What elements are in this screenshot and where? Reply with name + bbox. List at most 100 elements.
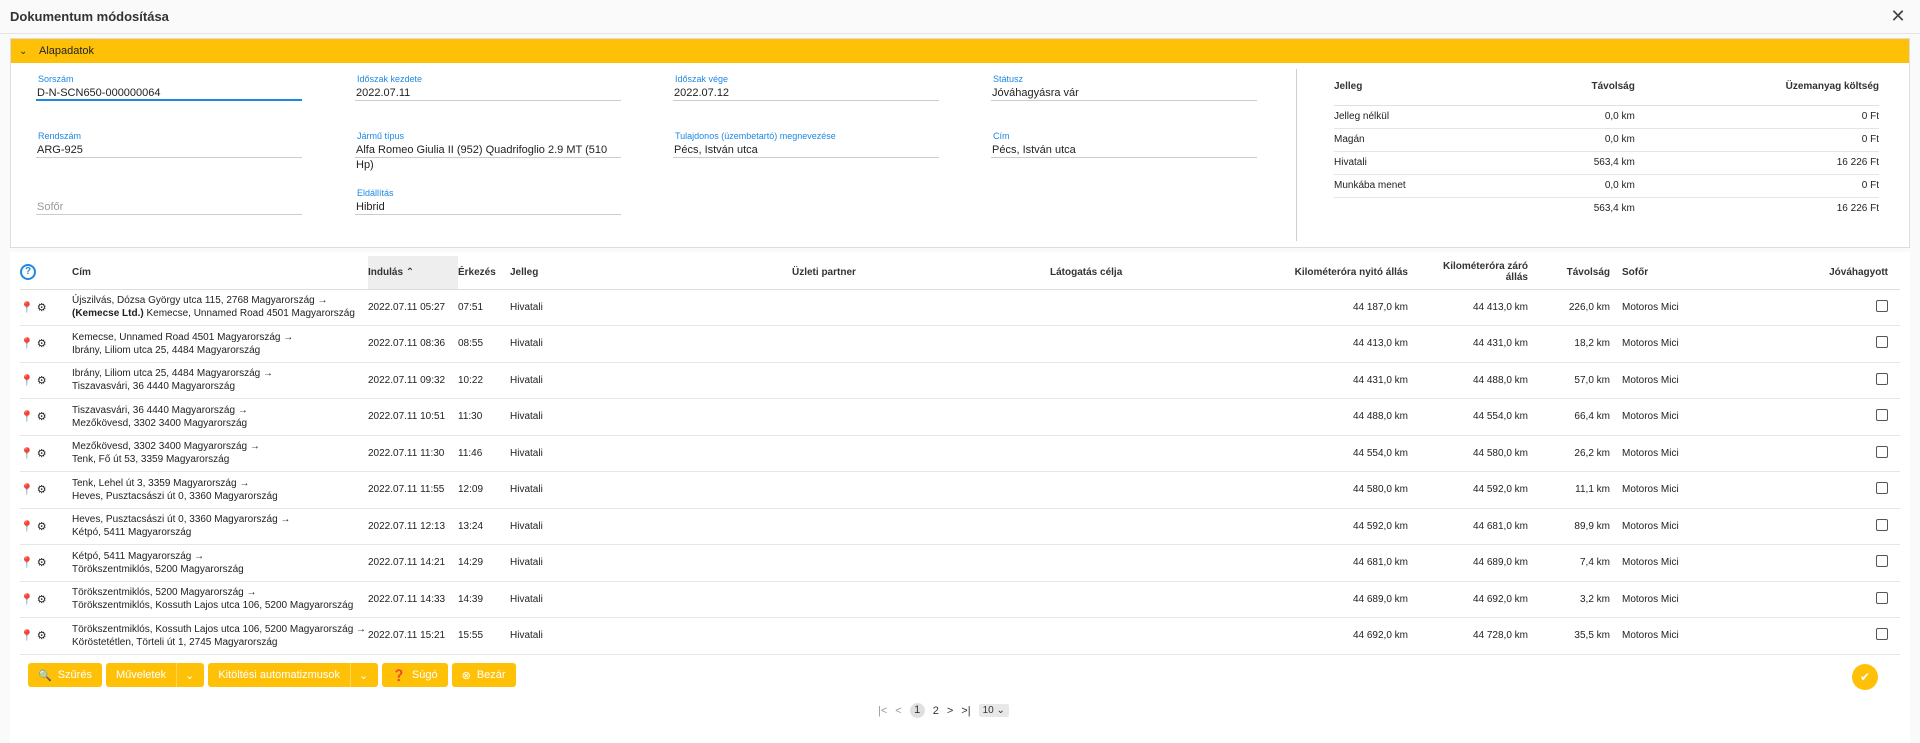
col-address[interactable]: Cím [72,256,368,290]
close-button[interactable]: ⊗ Bezár [451,663,516,687]
close-icon[interactable]: ✕ [1888,6,1908,26]
prev-page-icon[interactable]: < [895,705,901,717]
approved-checkbox[interactable] [1876,409,1888,422]
map-pin-icon[interactable]: 📍 [20,629,34,642]
field-value[interactable]: Alfa Romeo Giulia II (952) Quadrifoglio … [355,143,621,171]
col-purpose[interactable]: Látogatás célja [1050,256,1270,290]
approved-checkbox[interactable] [1876,591,1888,604]
field-value[interactable]: ARG-925 [36,143,302,158]
gear-icon[interactable]: ⚙ [37,374,47,387]
table-row[interactable]: 📍 ⚙ Tiszavasvári, 36 4440 Magyarország → Me… [20,398,1900,436]
arrival-cell: 15:55 [458,617,510,655]
table-row[interactable]: 📍 ⚙ Heves, Pusztacsászi út 0, 3360 Magyaro… [20,508,1900,545]
col-approved[interactable]: Jóváhagyott [1746,256,1900,290]
basic-data-header[interactable]: ⌄ Alapadatok [11,39,1909,63]
table-row[interactable]: 📍 ⚙ Újszilvás, Dózsa György utca 115, 2768… [20,289,1900,326]
row-actions: 📍 ⚙ [20,398,72,436]
route-to-address: Heves, Pusztacsászi út 0, 3360 Magyarors… [72,490,278,502]
table-row[interactable]: 📍 ⚙ Törökszentmiklós, 5200 Magyarország → T… [20,581,1900,618]
field-value[interactable]: Pécs, István utca [673,143,939,158]
map-pin-icon[interactable]: 📍 [20,593,34,606]
col-type[interactable]: Jelleg [510,256,792,290]
gear-icon[interactable]: ⚙ [37,629,47,642]
table-row[interactable]: 📍 ⚙ Ibrány, Liliom utca 25, 4484 Magyarors… [20,362,1900,399]
field-value[interactable]: Pécs, István utca [991,143,1257,158]
field-value[interactable]: 2022.07.11 [355,86,621,101]
col-odometer-start[interactable]: Kilométeróra nyitó állás [1270,256,1420,290]
map-pin-icon[interactable]: 📍 [20,483,34,496]
map-pin-icon[interactable]: 📍 [20,374,34,387]
address-field[interactable]: Cím Pécs, István utca [991,131,1257,158]
serial-number-field[interactable]: Sorszám D-N-SCN650-000000064 [36,74,302,101]
status-field[interactable]: Státusz Jóváhagyásra vár [991,74,1257,101]
table-row[interactable]: 📍 ⚙ Törökszentmiklós, Kossuth Lajos utca 1… [20,617,1900,655]
period-start-field[interactable]: Időszak kezdete 2022.07.11 [355,74,621,101]
chevron-down-icon[interactable]: ⌄ [176,663,194,687]
vehicle-type-field[interactable]: Jármű típus Alfa Romeo Giulia II (952) Q… [355,131,621,171]
field-value[interactable]: 2022.07.12 [673,86,939,101]
gear-icon[interactable]: ⚙ [37,520,47,533]
col-arrival[interactable]: Érkezés [458,256,510,290]
approved-checkbox[interactable] [1876,518,1888,531]
field-value[interactable]: Hibrid [355,200,621,215]
table-row[interactable]: 📍 ⚙ Mezőkövesd, 3302 3400 Magyarország → Te… [20,435,1900,472]
field-label: Időszak kezdete [357,74,423,84]
field-value[interactable]: D-N-SCN650-000000064 [36,86,302,101]
map-pin-icon[interactable]: 📍 [20,301,34,314]
gear-icon[interactable]: ⚙ [37,483,47,496]
purpose-cell [1050,544,1270,582]
approved-checkbox[interactable] [1876,628,1888,641]
map-pin-icon[interactable]: 📍 [20,447,34,460]
gear-icon[interactable]: ⚙ [37,410,47,423]
approved-cell [1746,398,1900,436]
gear-icon[interactable]: ⚙ [37,301,47,314]
map-pin-icon[interactable]: 📍 [20,337,34,350]
col-partner[interactable]: Üzleti partner [792,256,1050,290]
chevron-down-icon[interactable]: ⌄ [349,663,368,687]
col-odometer-end[interactable]: Kilométeróra záró állás [1420,256,1540,290]
approved-checkbox[interactable] [1876,336,1888,349]
fuel-type-field[interactable]: Eldállítás Hibrid [355,188,621,215]
table-row[interactable]: 📍 ⚙ Kemecse, Unnamed Road 4501 Magyarorszá… [20,325,1900,363]
page-2-button[interactable]: 2 [933,705,939,717]
autofill-button[interactable]: Kitöltési automatizmusok ⌄ [208,663,379,687]
map-pin-icon[interactable]: 📍 [20,556,34,569]
map-pin-icon[interactable]: 📍 [20,410,34,423]
license-plate-field[interactable]: Rendszám ARG-925 [36,131,302,158]
approved-checkbox[interactable] [1876,555,1888,568]
help-icon[interactable]: ? [20,264,36,281]
field-placeholder[interactable]: Sofőr [36,200,302,215]
gear-icon[interactable]: ⚙ [37,337,47,350]
next-page-icon[interactable]: > [947,705,953,717]
gear-icon[interactable]: ⚙ [37,593,47,606]
approved-checkbox[interactable] [1876,482,1888,495]
driver-field[interactable]: Sofőr [36,188,302,215]
double-check-icon[interactable]: ✔ [1852,664,1878,690]
help-button[interactable]: ❓ Súgó [382,663,448,687]
row-actions: 📍 ⚙ [20,362,72,399]
type-cell: Hivatali [510,289,792,326]
operations-button[interactable]: Műveletek ⌄ [105,663,205,687]
filter-button[interactable]: 🔍 Szűrés [28,663,102,687]
approved-checkbox[interactable] [1876,445,1888,458]
table-row[interactable]: 📍 ⚙ Tenk, Lehel út 3, 3359 Magyarország → H… [20,471,1900,509]
summary-total-distance: 563,4 km [1593,203,1635,215]
table-row[interactable]: 📍 ⚙ Kétpó, 5411 Magyarország → Törökszentmi… [20,544,1900,582]
last-page-icon[interactable]: >| [961,705,970,717]
approved-checkbox[interactable] [1876,372,1888,385]
help-column[interactable]: ? [20,256,72,290]
map-pin-icon[interactable]: 📍 [20,520,34,533]
period-end-field[interactable]: Időszak vége 2022.07.12 [673,74,939,101]
col-driver[interactable]: Sofőr [1622,256,1746,290]
col-distance[interactable]: Távolság [1540,256,1622,290]
field-value[interactable]: Jóváhagyásra vár [991,86,1257,101]
page-size-select[interactable]: 10 ⌄ [978,704,1009,717]
approved-checkbox[interactable] [1876,299,1888,312]
page-1-button[interactable]: 1 [909,703,925,718]
gear-icon[interactable]: ⚙ [37,447,47,460]
field-label: Sorszám [38,74,74,84]
owner-name-field[interactable]: Tulajdonos (üzembetartó) megnevezése Péc… [673,131,939,158]
col-departure[interactable]: Indulás ⌃ [368,256,458,290]
gear-icon[interactable]: ⚙ [37,556,47,569]
first-page-icon[interactable]: |< [878,705,887,717]
